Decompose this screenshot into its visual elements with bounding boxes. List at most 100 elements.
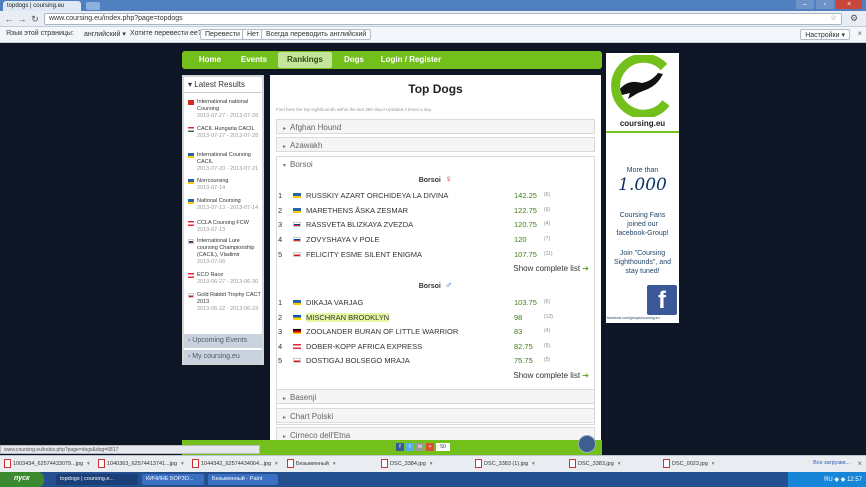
url-input[interactable]: www.coursing.eu/index.php?page=topdogs xyxy=(44,13,842,25)
run-count: (6) xyxy=(544,192,551,198)
result-name[interactable]: CCLA Coursing FCW xyxy=(197,220,249,226)
always-translate-button[interactable]: Всегда переводить английский xyxy=(261,29,372,40)
flag-icon xyxy=(188,239,194,244)
my-coursing-link[interactable]: › My coursing.eu xyxy=(184,350,262,364)
banner-line3: Join "Coursing Sighthounds", and stay tu… xyxy=(614,250,671,275)
result-name[interactable]: CACIL Hungaria CACIL xyxy=(197,126,255,132)
dog-name[interactable]: ZOVYSHAYA V POLE xyxy=(306,235,380,244)
points: 75.75 xyxy=(514,356,533,365)
breed-accordion-basenji[interactable]: ▸ Basenji xyxy=(276,389,595,404)
male-icon: ♂ xyxy=(444,280,453,291)
taskbar-task-paint[interactable]: Безымянный - Paint xyxy=(208,474,278,485)
breed-accordion-afghan-hound[interactable]: ▸ Afghan Hound xyxy=(276,119,595,134)
translate-settings-button[interactable]: Настройки ▾ xyxy=(800,29,850,40)
download-item[interactable]: DSC_0023.jpg ▾ xyxy=(663,459,715,470)
download-item[interactable]: 1044342_62574434064...jpg ▾ xyxy=(192,459,278,470)
taskbar-task-2[interactable]: КИЧИНЕ БОРЗО... xyxy=(142,474,204,485)
show-complete-male-link[interactable]: Show complete list ➔ xyxy=(513,371,589,380)
taskbar-task-chrome[interactable]: topdogs | coursing.e... xyxy=(56,474,138,485)
download-item[interactable]: Безымянный ▾ xyxy=(287,459,336,470)
banner-link[interactable]: facebook.com/groups/coursing.eu xyxy=(607,316,678,320)
window-controls: – ▫ × xyxy=(796,0,862,10)
dog-name[interactable]: MARETHENS ÅSKA ZESMAR xyxy=(306,206,408,215)
table-row[interactable]: 1 DIKAJA VARJAG 103.75 (6) xyxy=(276,298,595,309)
result-date: 2013-06-27 - 2013-06-30 xyxy=(197,279,259,285)
browser-tab[interactable]: topdogs | coursing.eu xyxy=(3,1,81,11)
web-page: Home Events Rankings Dogs Login / Regist… xyxy=(0,43,866,455)
minimize-icon[interactable]: – xyxy=(796,0,814,9)
upcoming-events-link[interactable]: › Upcoming Events xyxy=(184,334,262,348)
facebook-icon[interactable]: f xyxy=(647,285,677,315)
download-item[interactable]: DSC_3384.jpg ▾ xyxy=(381,459,433,470)
dog-name[interactable]: DOBER-KOPP AFRICA EXPRESS xyxy=(306,342,422,351)
image-file-icon xyxy=(663,459,670,468)
dog-name[interactable]: ZOOLANDER BURAN OF LITTLE WARRIOR xyxy=(306,327,458,336)
dog-name[interactable]: RUSSKIY AZART ORCHIDEYA LA DIVINA xyxy=(306,191,448,200)
breed-accordion-chart-polski[interactable]: ▸ Chart Polski xyxy=(276,408,595,423)
download-item[interactable]: DSC_3383.jpg ▾ xyxy=(569,459,621,470)
nav-home[interactable]: Home xyxy=(190,51,230,69)
dog-name[interactable]: FELICITY ESME SILENT ENIGMA xyxy=(306,250,422,259)
table-row[interactable]: 2 MARETHENS ÅSKA ZESMAR 122.75 (6) xyxy=(276,206,595,217)
table-row[interactable]: 3 ZOOLANDER BURAN OF LITTLE WARRIOR 83 (… xyxy=(276,327,595,338)
result-name[interactable]: National Coursing xyxy=(197,198,241,204)
result-name[interactable]: International Coursing CACIL xyxy=(197,152,251,165)
star-icon[interactable]: ☆ xyxy=(830,13,837,22)
nav-events[interactable]: Events xyxy=(234,51,274,69)
table-row[interactable]: 4 ZOVYSHAYA V POLE 120 (7) xyxy=(276,235,595,246)
scroll-top-button[interactable] xyxy=(578,435,596,453)
new-tab-button[interactable] xyxy=(86,2,100,10)
male-heading: Borsoi ♂ xyxy=(418,280,453,291)
facebook-icon[interactable]: f xyxy=(396,443,404,451)
translate-prompt: Язык этой страницы: xyxy=(6,30,74,37)
result-name[interactable]: ECO Race xyxy=(197,272,223,278)
nav-login[interactable]: Login / Register xyxy=(378,51,444,69)
show-all-downloads-link[interactable]: Все загрузки... xyxy=(813,460,850,466)
forward-icon[interactable]: → xyxy=(17,14,27,24)
points: 120.75 xyxy=(514,220,537,229)
language-select[interactable]: английский ▾ xyxy=(84,30,126,38)
result-name[interactable]: Gold Rabbit Trophy CACT 2013 xyxy=(197,292,261,305)
rank: 1 xyxy=(278,191,283,200)
rank: 2 xyxy=(278,206,283,215)
result-name[interactable]: International Lure coursing Championship… xyxy=(197,238,254,258)
dog-name[interactable]: DOSTIGAJ BOLSEGO MRAJA xyxy=(306,356,410,365)
email-icon[interactable]: ✉ xyxy=(416,443,424,451)
translate-button[interactable]: Перевести xyxy=(200,29,245,40)
nav-rankings[interactable]: Rankings xyxy=(278,52,332,68)
close-downloads-icon[interactable]: × xyxy=(857,459,862,468)
table-row[interactable]: 3 RASSVETA BLIZKAYA ZVEZDA 120.75 (4) xyxy=(276,220,595,231)
start-button[interactable]: пуск xyxy=(0,472,44,487)
rank: 3 xyxy=(278,327,283,336)
twitter-icon[interactable]: t xyxy=(406,443,414,451)
rank: 4 xyxy=(278,342,283,351)
maximize-icon[interactable]: ▫ xyxy=(816,0,834,9)
run-count: (6) xyxy=(544,207,551,213)
dog-name[interactable]: MISCHRAN BROOKLYN xyxy=(306,313,390,322)
breed-accordion-azawakh[interactable]: ▸ Azawakh xyxy=(276,137,595,152)
back-icon[interactable]: ← xyxy=(4,14,14,24)
reload-icon[interactable]: ↻ xyxy=(30,14,40,24)
download-item[interactable]: 1003434_62574433079...jpg ▾ xyxy=(4,459,90,470)
flag-icon xyxy=(293,193,301,198)
table-row[interactable]: 5 DOSTIGAJ BOLSEGO MRAJA 75.75 (5) xyxy=(276,356,595,367)
dog-name[interactable]: RASSVETA BLIZKAYA ZVEZDA xyxy=(306,220,413,229)
image-file-icon xyxy=(4,459,11,468)
close-translate-icon[interactable]: × xyxy=(857,29,862,38)
wrench-icon[interactable]: ⚙ xyxy=(850,13,858,24)
download-item[interactable]: 1040363_62574413741...jpg ▾ xyxy=(98,459,184,470)
result-name[interactable]: International national Coursing xyxy=(197,99,248,112)
dog-name[interactable]: DIKAJA VARJAG xyxy=(306,298,363,307)
close-icon[interactable]: × xyxy=(836,0,862,9)
table-row[interactable]: 1 RUSSKIY AZART ORCHIDEYA LA DIVINA 142.… xyxy=(276,191,595,202)
table-row[interactable]: 2 MISCHRAN BROOKLYN 98 (12) xyxy=(276,313,595,324)
table-row[interactable]: 5 FELICITY ESME SILENT ENIGMA 107.75 (11… xyxy=(276,250,595,261)
result-name[interactable]: Norrcoursing xyxy=(197,178,228,184)
download-item[interactable]: DSC_3383 (1).jpg ▾ xyxy=(475,459,535,470)
nav-dogs[interactable]: Dogs xyxy=(336,51,372,69)
facebook-banner[interactable]: coursing.eu More than 1.000 Coursing Fan… xyxy=(606,53,679,323)
flag-icon xyxy=(293,222,301,227)
table-row[interactable]: 4 DOBER-KOPP AFRICA EXPRESS 82.75 (5) xyxy=(276,342,595,353)
google-plus-icon[interactable]: + xyxy=(426,443,434,451)
show-complete-female-link[interactable]: Show complete list ➔ xyxy=(513,264,589,273)
